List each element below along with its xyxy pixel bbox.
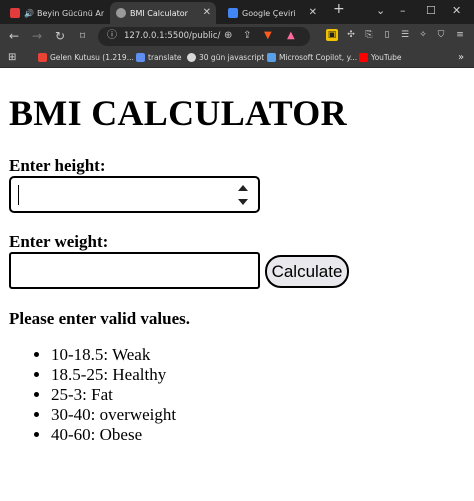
tab-search-chevron-icon[interactable]: ⌄ xyxy=(376,5,385,17)
brave-shields-icon[interactable]: ▼ xyxy=(264,30,272,42)
list-item: 25-3: Fat xyxy=(51,385,176,405)
tab-title: Beyin Gücünü Artırı xyxy=(36,8,104,18)
bookmark-label: translate xyxy=(148,53,182,62)
page-content: BMI CALCULATOR Enter height: Enter weigh… xyxy=(0,69,474,501)
height-label: Enter height: xyxy=(9,156,106,175)
list-item: 10-18.5: Weak xyxy=(51,345,176,365)
tab-bmi-calculator[interactable]: BMI Calculator ✕ xyxy=(110,2,216,24)
leo-icon[interactable]: ✧ xyxy=(417,29,429,41)
close-icon[interactable]: ✕ xyxy=(309,7,317,19)
bookmark-label: 30 gün javascript xyxy=(199,53,265,62)
tab-strip: 🔊 Beyin Gücünü Artırı BMI Calculator ✕ G… xyxy=(0,0,474,24)
copy-icon[interactable]: ⎘ xyxy=(363,29,375,41)
spinner-down-icon[interactable] xyxy=(238,199,248,205)
youtube-icon xyxy=(359,53,368,62)
zoom-icon[interactable]: ⊕ xyxy=(224,30,232,42)
more-bookmarks-icon[interactable]: » xyxy=(458,52,464,63)
bookmark-youtube[interactable]: YouTube xyxy=(359,53,402,62)
list-item: 18.5-25: Healthy xyxy=(51,365,176,385)
site-info-icon[interactable]: ⓘ xyxy=(107,30,117,42)
copilot-icon xyxy=(267,53,276,62)
speaker-icon: 🔊 xyxy=(24,8,34,18)
reload-icon[interactable]: ↻ xyxy=(55,30,65,42)
list-item: 40-60: Obese xyxy=(51,425,176,445)
back-icon[interactable]: ← xyxy=(9,30,19,42)
address-bar[interactable]: ⓘ 127.0.0.1:5500/public/ ⊕ ⇪ ▼ ▲ xyxy=(98,27,310,46)
tab-title: Google Çeviri xyxy=(242,8,296,18)
bookmark-label: YouTube xyxy=(371,53,402,62)
bookmark-translate[interactable]: translate xyxy=(136,53,182,62)
browser-toolbar: ← → ↻ ⌑ ⓘ 127.0.0.1:5500/public/ ⊕ ⇪ ▼ ▲… xyxy=(0,24,474,49)
extension-icon[interactable]: ▣ xyxy=(326,29,338,41)
vpn-icon[interactable]: ⛉ xyxy=(435,29,447,41)
height-input[interactable] xyxy=(9,176,260,213)
bookmark-label: Gelen Kutusu (1.219... xyxy=(50,53,134,62)
weight-label: Enter weight: xyxy=(9,232,109,251)
brave-rewards-icon[interactable]: ▲ xyxy=(287,30,295,42)
youtube-favicon-icon xyxy=(10,8,20,18)
puzzle-icon[interactable]: ✣ xyxy=(345,29,357,41)
globe-favicon-icon xyxy=(116,8,126,18)
tab-google-ceviri[interactable]: Google Çeviri ✕ xyxy=(222,2,322,24)
spinner-up-icon[interactable] xyxy=(238,185,248,191)
number-spinner[interactable] xyxy=(238,185,248,205)
validation-message: Please enter valid values. xyxy=(9,309,190,328)
bookmark-30-gun-javascript[interactable]: 30 gün javascript xyxy=(187,53,264,62)
forward-icon[interactable]: → xyxy=(32,30,42,42)
calculate-button[interactable]: Calculate xyxy=(265,255,349,288)
maximize-icon[interactable]: ☐ xyxy=(426,5,436,17)
text-caret xyxy=(18,185,19,205)
page-title: BMI CALCULATOR xyxy=(9,93,347,133)
bookmark-page-icon[interactable]: ⌑ xyxy=(80,31,85,43)
sidebar-icon[interactable]: ▯ xyxy=(381,29,393,41)
weight-input[interactable] xyxy=(9,252,260,289)
reading-list-icon[interactable]: ☰ xyxy=(399,29,411,41)
close-icon[interactable]: ✕ xyxy=(203,7,211,19)
translate-icon xyxy=(136,53,145,62)
bookmark-label: Microsoft Copilot, y... xyxy=(279,53,358,62)
github-icon xyxy=(187,53,196,62)
tab-beyin[interactable]: 🔊 Beyin Gücünü Artırı xyxy=(4,2,104,24)
list-item: 30-40: overweight xyxy=(51,405,176,425)
gmail-icon xyxy=(38,53,47,62)
bmi-ranges-list: 10-18.5: Weak 18.5-25: Healthy 25-3: Fat… xyxy=(51,345,176,445)
bookmarks-bar: ⊞ Gelen Kutusu (1.219... translate 30 gü… xyxy=(0,49,474,68)
minimize-icon[interactable]: – xyxy=(400,5,406,17)
new-tab-icon[interactable]: + xyxy=(333,2,345,16)
translate-favicon-icon xyxy=(228,8,238,18)
url-text: 127.0.0.1:5500/public/ xyxy=(124,31,221,41)
bookmark-gmail[interactable]: Gelen Kutusu (1.219... xyxy=(38,53,134,62)
apps-grid-icon[interactable]: ⊞ xyxy=(8,52,16,63)
tab-title: BMI Calculator xyxy=(130,8,188,18)
close-window-icon[interactable]: ✕ xyxy=(452,5,461,17)
bookmark-copilot[interactable]: Microsoft Copilot, y... xyxy=(267,53,357,62)
menu-icon[interactable]: ≡ xyxy=(454,29,466,41)
share-icon[interactable]: ⇪ xyxy=(243,30,251,42)
